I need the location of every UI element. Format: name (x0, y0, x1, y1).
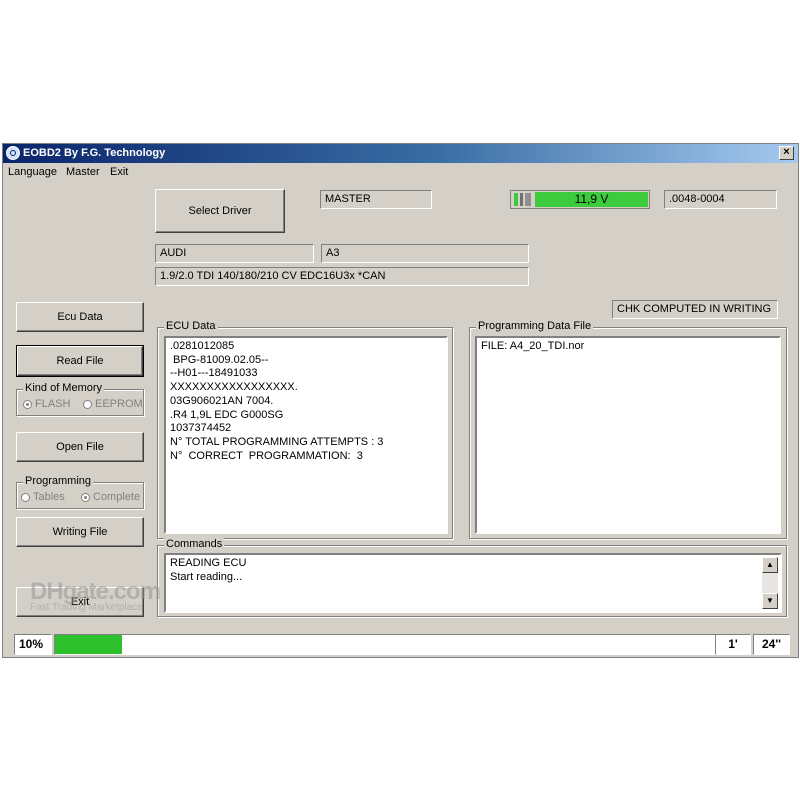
ecu-line: --H01---18491033 (170, 367, 258, 380)
progress-percent: 10% (14, 634, 52, 655)
command-line: Start reading... (170, 570, 243, 583)
ecu-line: 1037374452 (170, 422, 232, 435)
menu-master[interactable]: Master (66, 166, 100, 178)
ecu-line: .0281012085 (170, 340, 235, 352)
commands-group: Commands READING ECU Start reading... ▲ … (157, 538, 787, 617)
voltage-seg-1 (514, 193, 518, 206)
scroll-up-icon[interactable]: ▲ (762, 557, 778, 573)
status-bar: 10% 1' 24'' (14, 634, 790, 656)
ecu-line: XXXXXXXXXXXXXXXXX. (170, 381, 298, 394)
kind-of-memory-label: Kind of Memory (23, 382, 105, 394)
ecu-line: 03G906021AN 7004. (170, 394, 274, 407)
radio-tables-label: Tables (33, 491, 65, 503)
menu-language[interactable]: Language (8, 166, 57, 178)
radio-flash-dot (23, 399, 32, 409)
title-bar: EOBD2 By F.G. Technology × (3, 144, 798, 163)
radio-tables-dot (21, 492, 30, 502)
select-driver-button[interactable]: Select Driver (155, 189, 285, 233)
programming-group: Programming Tables Complete (16, 475, 144, 509)
programming-data-file-label: Programming Data File (476, 320, 594, 332)
radio-flash[interactable]: FLASH (23, 398, 70, 410)
menu-bar: Language Master Exit (3, 164, 798, 182)
commands-label: Commands (164, 538, 225, 550)
elapsed-minutes: 1' (715, 634, 751, 655)
voltage-seg-3 (525, 193, 531, 206)
radio-eeprom-label: EEPROM (95, 398, 143, 410)
progress-bar (54, 634, 722, 655)
elapsed-seconds: 24'' (753, 634, 790, 655)
commands-scrollbar[interactable]: ▲ ▼ (762, 557, 778, 609)
ecu-data-button[interactable]: Ecu Data (16, 302, 144, 332)
scroll-down-icon[interactable]: ▼ (762, 593, 778, 609)
voltage-value: 11,9 V (535, 192, 648, 207)
command-line: READING ECU (170, 557, 247, 569)
voltage-indicator: 11,9 V (510, 190, 650, 209)
read-file-button[interactable]: Read File (16, 345, 144, 377)
checksum-field: CHK COMPUTED IN WRITING (612, 300, 778, 319)
menu-exit[interactable]: Exit (110, 166, 128, 178)
kind-of-memory-group: Kind of Memory FLASH EEPROM (16, 382, 144, 416)
ecu-data-list[interactable]: .0281012085 BPG-81009.02.05-- --H01---18… (164, 336, 448, 534)
engine-field: 1.9/2.0 TDI 140/180/210 CV EDC16U3x *CAN (155, 267, 529, 286)
model-field: A3 (321, 244, 529, 263)
writing-file-button[interactable]: Writing File (16, 517, 144, 547)
window-title: EOBD2 By F.G. Technology (23, 147, 166, 159)
close-button[interactable]: × (779, 146, 794, 160)
code-field: .0048-0004 (664, 190, 777, 209)
programming-data-file-list[interactable]: FILE: A4_20_TDI.nor (475, 336, 781, 534)
master-field: MASTER (320, 190, 432, 209)
ecu-data-group: ECU Data .0281012085 BPG-81009.02.05-- -… (157, 320, 453, 539)
ecu-line: BPG-81009.02.05-- (170, 353, 269, 366)
app-icon (6, 146, 20, 160)
voltage-seg-2 (520, 193, 523, 206)
commands-list[interactable]: READING ECU Start reading... ▲ ▼ (164, 553, 782, 613)
make-field: AUDI (155, 244, 314, 263)
radio-tables[interactable]: Tables (21, 491, 65, 503)
programming-data-file-group: Programming Data File FILE: A4_20_TDI.no… (469, 320, 787, 539)
file-line: FILE: A4_20_TDI.nor (481, 340, 585, 352)
ecu-line: .R4 1,9L EDC G000SG (170, 408, 284, 421)
progress-fill (55, 635, 122, 654)
radio-complete-dot (81, 492, 90, 502)
ecu-line: N° TOTAL PROGRAMMING ATTEMPTS : 3 (170, 435, 384, 448)
radio-complete[interactable]: Complete (81, 491, 140, 503)
open-file-button[interactable]: Open File (16, 432, 144, 462)
radio-complete-label: Complete (93, 491, 141, 503)
watermark-tagline: Fast Trading Marketplace (30, 602, 143, 613)
programming-label: Programming (23, 475, 94, 487)
radio-eeprom[interactable]: EEPROM (83, 398, 143, 410)
ecu-data-label: ECU Data (164, 320, 218, 332)
ecu-line: N° CORRECT PROGRAMMATION: 3 (170, 449, 363, 462)
watermark: DHgate.com Fast Trading Marketplace (30, 578, 161, 613)
radio-flash-label: FLASH (35, 398, 71, 410)
radio-eeprom-dot (83, 399, 92, 409)
